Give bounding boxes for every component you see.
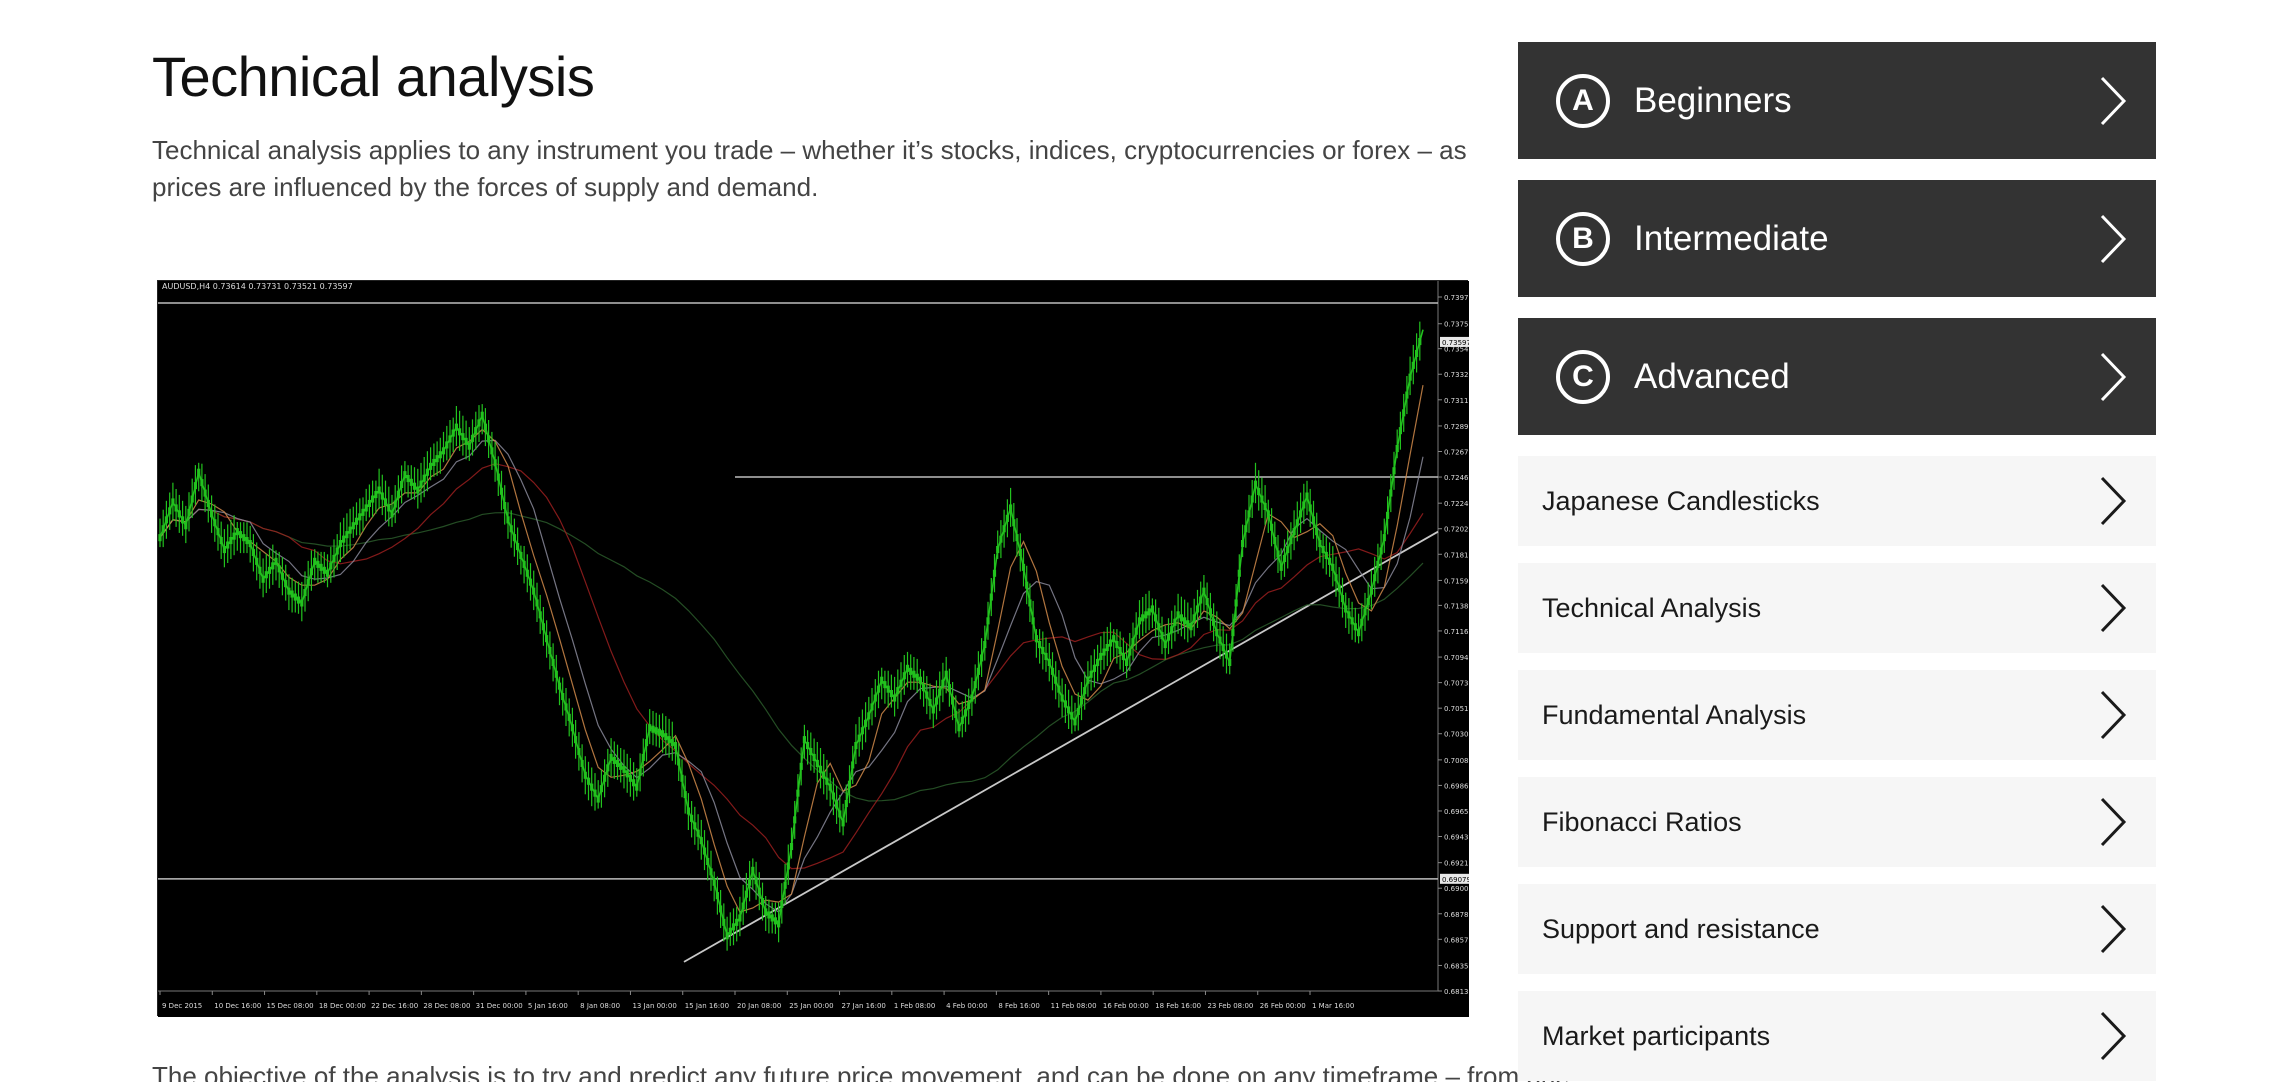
chart-header-label: AUDUSD,H4 0.73614 0.73731 0.73521 0.7359… xyxy=(162,282,353,291)
x-tick-label: 9 Dec 2015 xyxy=(162,1002,202,1010)
level-button-beginners[interactable]: A Beginners xyxy=(1518,42,2156,159)
article-outro: The objective of the analysis is to try … xyxy=(152,1061,1570,1082)
topic-label: Support and resistance xyxy=(1542,913,1820,944)
y-tick-label: 0.70515 xyxy=(1444,705,1469,713)
chevron-right-icon xyxy=(2100,904,2127,954)
y-tick-label: 0.70730 xyxy=(1444,680,1469,688)
y-tick-label: 0.69215 xyxy=(1444,860,1469,868)
y-tick-label: 0.69435 xyxy=(1444,834,1469,842)
chevron-right-icon xyxy=(2100,1011,2127,1061)
topic-link-fundamental-analysis[interactable]: Fundamental Analysis xyxy=(1518,670,2156,760)
chevron-right-icon xyxy=(2100,352,2127,401)
y-tick-label: 0.69000 xyxy=(1444,885,1469,893)
x-tick-label: 16 Feb 00:00 xyxy=(1103,1002,1149,1010)
level-list: A Beginners B Intermediate C Advanced xyxy=(1518,42,2156,435)
sidebar: A Beginners B Intermediate C Advanced Japanes… xyxy=(1518,42,2156,1082)
chevron-right-icon xyxy=(2100,583,2127,633)
y-tick-label: 0.68570 xyxy=(1444,936,1469,944)
price-chart: AUDUSD,H4 0.73614 0.73731 0.73521 0.7359… xyxy=(157,280,1469,1017)
topic-link-fibonacci-ratios[interactable]: Fibonacci Ratios xyxy=(1518,777,2156,867)
y-tick-label: 0.72460 xyxy=(1444,474,1469,482)
y-tick-label: 0.73750 xyxy=(1444,321,1469,329)
y-tick-label: 0.69865 xyxy=(1444,782,1469,790)
topic-list: Japanese Candlesticks Technical Analysis F… xyxy=(1518,456,2156,1081)
y-tick-label: 0.71380 xyxy=(1444,602,1469,610)
chevron-right-icon xyxy=(2100,214,2127,263)
chevron-right-icon xyxy=(2100,76,2127,125)
x-tick-label: 13 Jan 00:00 xyxy=(632,1002,676,1010)
current-price-label: 0.73597 xyxy=(1442,339,1469,347)
x-tick-label: 10 Dec 16:00 xyxy=(214,1002,261,1010)
x-tick-label: 1 Mar 16:00 xyxy=(1312,1002,1354,1010)
y-tick-label: 0.69650 xyxy=(1444,808,1469,816)
x-tick-label: 5 Jan 16:00 xyxy=(528,1002,568,1010)
x-tick-label: 8 Feb 16:00 xyxy=(998,1002,1039,1010)
y-tick-label: 0.73110 xyxy=(1444,397,1469,405)
x-tick-label: 27 Jan 16:00 xyxy=(842,1002,886,1010)
y-tick-label: 0.71810 xyxy=(1444,551,1469,559)
x-tick-label: 15 Dec 08:00 xyxy=(267,1002,314,1010)
x-tick-label: 11 Feb 08:00 xyxy=(1051,1002,1097,1010)
topic-label: Technical Analysis xyxy=(1542,592,1762,623)
y-tick-label: 0.72675 xyxy=(1444,448,1469,456)
support-price-label: 0.69079 xyxy=(1442,876,1469,884)
topic-label: Market participants xyxy=(1542,1020,1771,1051)
y-tick-label: 0.70300 xyxy=(1444,731,1469,739)
x-tick-label: 20 Jan 08:00 xyxy=(737,1002,781,1010)
x-tick-label: 1 Feb 08:00 xyxy=(894,1002,935,1010)
level-label: Intermediate xyxy=(1634,218,1829,258)
level-button-intermediate[interactable]: B Intermediate xyxy=(1518,180,2156,297)
y-tick-label: 0.72890 xyxy=(1444,423,1469,431)
x-tick-label: 8 Jan 08:00 xyxy=(580,1002,620,1010)
chevron-right-icon xyxy=(2100,797,2127,847)
x-tick-label: 31 Dec 00:00 xyxy=(476,1002,523,1010)
level-label: Advanced xyxy=(1634,356,1790,396)
topic-label: Fibonacci Ratios xyxy=(1542,806,1742,837)
x-tick-label: 18 Feb 16:00 xyxy=(1155,1002,1201,1010)
x-tick-label: 18 Dec 00:00 xyxy=(319,1002,366,1010)
topic-label: Fundamental Analysis xyxy=(1542,699,1807,730)
topic-link-support-and-resistance[interactable]: Support and resistance xyxy=(1518,884,2156,974)
article: Technical analysis Technical analysis ap… xyxy=(152,40,1570,1082)
y-tick-label: 0.71165 xyxy=(1444,628,1469,636)
page-title: Technical analysis xyxy=(152,45,595,108)
topic-link-japanese-candlesticks[interactable]: Japanese Candlesticks xyxy=(1518,456,2156,546)
y-tick-label: 0.68135 xyxy=(1444,988,1469,996)
y-tick-label: 0.68350 xyxy=(1444,962,1469,970)
level-badge: A xyxy=(1556,73,1610,128)
x-tick-label: 22 Dec 16:00 xyxy=(371,1002,418,1010)
x-tick-label: 25 Jan 00:00 xyxy=(789,1002,833,1010)
y-tick-label: 0.70080 xyxy=(1444,757,1469,765)
y-tick-label: 0.68785 xyxy=(1444,911,1469,919)
y-tick-label: 0.73325 xyxy=(1444,371,1469,379)
chart-background xyxy=(158,281,1469,1017)
chevron-right-icon xyxy=(2100,476,2127,526)
y-tick-label: 0.73975 xyxy=(1444,294,1469,302)
price-chart-svg: AUDUSD,H4 0.73614 0.73731 0.73521 0.7359… xyxy=(158,281,1469,1017)
article-intro: Technical analysis applies to any instru… xyxy=(152,135,1467,202)
x-tick-label: 23 Feb 08:00 xyxy=(1207,1002,1253,1010)
level-label: Beginners xyxy=(1634,80,1792,120)
topic-link-technical-analysis[interactable]: Technical Analysis xyxy=(1518,563,2156,653)
y-tick-label: 0.71590 xyxy=(1444,577,1469,585)
chevron-right-icon xyxy=(2100,690,2127,740)
x-tick-label: 15 Jan 16:00 xyxy=(685,1002,729,1010)
x-tick-label: 28 Dec 08:00 xyxy=(423,1002,470,1010)
level-badge: B xyxy=(1556,211,1610,266)
page: Technical analysis Technical analysis ap… xyxy=(0,0,2281,1082)
level-button-advanced[interactable]: C Advanced xyxy=(1518,318,2156,435)
topic-label: Japanese Candlesticks xyxy=(1542,485,1820,516)
x-tick-label: 4 Feb 00:00 xyxy=(946,1002,987,1010)
x-tick-label: 26 Feb 00:00 xyxy=(1260,1002,1306,1010)
topic-link-market-participants[interactable]: Market participants xyxy=(1518,991,2156,1081)
y-tick-label: 0.70945 xyxy=(1444,654,1469,662)
y-tick-label: 0.72240 xyxy=(1444,500,1469,508)
level-badge: C xyxy=(1556,349,1610,404)
y-tick-label: 0.72025 xyxy=(1444,526,1469,534)
